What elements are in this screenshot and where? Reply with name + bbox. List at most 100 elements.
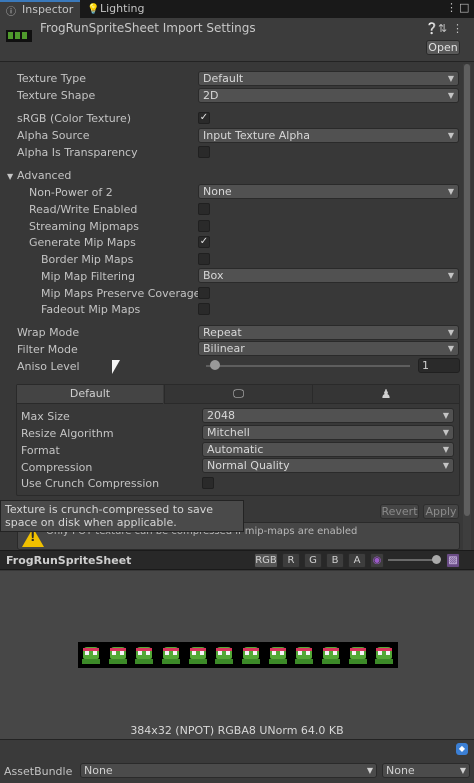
sprite-frame: [215, 645, 233, 665]
sprite-frame: [295, 645, 313, 665]
preserve-coverage-label: Mip Maps Preserve Coverage: [41, 287, 201, 300]
chevron-down-icon: ▼: [447, 131, 454, 140]
foldout-arrow-icon[interactable]: ▼: [7, 172, 13, 181]
tab-inspector-label: Inspector: [22, 3, 74, 16]
aniso-level-slider[interactable]: [206, 365, 410, 367]
fadeout-mipmaps-label: Fadeout Mip Maps: [41, 303, 141, 316]
texture-shape-value: 2D: [203, 89, 219, 102]
alpha-source-dropdown[interactable]: Input Texture Alpha ▼: [198, 128, 459, 143]
more-icon[interactable]: ⋮: [452, 22, 463, 35]
preview-title: FrogRunSpriteSheet: [6, 554, 132, 567]
streaming-mipmaps-checkbox[interactable]: [198, 220, 210, 232]
mip-level-slider-thumb[interactable]: [432, 555, 441, 564]
generate-mipmaps-checkbox[interactable]: ✓: [198, 236, 210, 248]
npot-value: None: [203, 185, 232, 198]
tab-standalone-platform[interactable]: 🖵: [164, 385, 312, 404]
mip-large-icon: ▨: [446, 553, 460, 568]
asset-bundle-name-dropdown[interactable]: None ▼: [80, 763, 377, 778]
monitor-icon: 🖵: [233, 387, 244, 400]
texture-shape-dropdown[interactable]: 2D ▼: [198, 88, 459, 103]
chevron-down-icon: ▼: [447, 91, 454, 100]
srgb-checkbox[interactable]: ✓: [198, 112, 210, 124]
tag-icon[interactable]: ◆: [456, 743, 468, 755]
sprite-frame: [82, 645, 100, 665]
chevron-down-icon: ▼: [442, 411, 449, 420]
asset-bundle-variant-dropdown[interactable]: None ▼: [382, 763, 470, 778]
npot-label: Non-Power of 2: [29, 186, 113, 199]
tab-lighting[interactable]: 💡 Lighting: [84, 0, 164, 18]
tab-inspector[interactable]: ⓘ Inspector: [0, 0, 80, 18]
window-tab-bar: ⓘ Inspector 💡 Lighting ⋮ □: [0, 0, 474, 18]
border-mipmaps-checkbox[interactable]: [198, 253, 210, 265]
settings-sliders-icon[interactable]: ⇅: [438, 22, 447, 35]
texture-type-label: Texture Type: [17, 72, 87, 85]
mip-filtering-dropdown[interactable]: Box ▼: [198, 268, 459, 283]
fadeout-mipmaps-checkbox[interactable]: [198, 303, 210, 315]
compression-dropdown[interactable]: Normal Quality ▼: [202, 458, 454, 473]
chevron-down-icon: ▼: [442, 445, 449, 454]
max-size-dropdown[interactable]: 2048 ▼: [202, 408, 454, 423]
mouse-cursor-icon: [112, 360, 120, 374]
format-dropdown[interactable]: Automatic ▼: [202, 442, 454, 457]
tab-default-platform[interactable]: Default: [17, 385, 163, 404]
filter-mode-value: Bilinear: [203, 342, 245, 355]
page-title: FrogRunSpriteSheet Import Settings: [40, 21, 256, 35]
filter-mode-dropdown[interactable]: Bilinear ▼: [198, 341, 459, 356]
border-mipmaps-label: Border Mip Maps: [41, 253, 134, 266]
chevron-down-icon: ▼: [366, 766, 373, 775]
tooltip: Texture is crunch-compressed to save spa…: [0, 500, 244, 532]
asset-bundle-variant-value: None: [386, 764, 415, 777]
advanced-foldout[interactable]: Advanced: [17, 169, 71, 182]
compression-value: Normal Quality: [207, 459, 290, 472]
sprite-frame: [189, 645, 207, 665]
android-icon: ♟: [380, 387, 392, 401]
channel-g-button[interactable]: G: [304, 553, 322, 568]
sprite-frame: [349, 645, 367, 665]
mip-filtering-label: Mip Map Filtering: [41, 270, 135, 283]
asset-bundle-label: AssetBundle: [4, 765, 73, 778]
chevron-down-icon: ▼: [447, 74, 454, 83]
alpha-transparency-checkbox[interactable]: [198, 146, 210, 158]
apply-button[interactable]: Apply: [423, 504, 459, 519]
lightbulb-icon: 💡: [87, 4, 100, 15]
resize-algorithm-label: Resize Algorithm: [21, 427, 114, 440]
mip-filtering-value: Box: [203, 269, 224, 282]
close-icon[interactable]: □: [459, 1, 469, 14]
format-value: Automatic: [207, 443, 264, 456]
sprite-frame: [135, 645, 153, 665]
wrap-mode-dropdown[interactable]: Repeat ▼: [198, 325, 459, 340]
npot-dropdown[interactable]: None ▼: [198, 184, 459, 199]
aniso-level-slider-thumb[interactable]: [210, 360, 220, 370]
max-size-value: 2048: [207, 409, 235, 422]
chevron-down-icon: ▼: [447, 187, 454, 196]
open-button[interactable]: Open: [426, 40, 460, 55]
asset-bundle-name-value: None: [84, 764, 113, 777]
channel-a-button[interactable]: A: [348, 553, 366, 568]
alpha-transparency-label: Alpha Is Transparency: [17, 146, 138, 159]
chevron-down-icon: ▼: [447, 271, 454, 280]
compression-label: Compression: [21, 461, 93, 474]
inspector-scrollbar-thumb[interactable]: [464, 64, 470, 516]
help-icon[interactable]: ❔: [425, 22, 439, 35]
resize-algorithm-dropdown[interactable]: Mitchell ▼: [202, 425, 454, 440]
sprite-frame: [269, 645, 287, 665]
warning-mark: !: [30, 530, 36, 544]
channel-r-button[interactable]: R: [282, 553, 300, 568]
preserve-coverage-checkbox[interactable]: [198, 287, 210, 299]
texture-type-value: Default: [203, 72, 244, 85]
channel-rgb-button[interactable]: RGB: [254, 553, 278, 568]
revert-button[interactable]: Revert: [380, 504, 419, 519]
channel-b-button[interactable]: B: [326, 553, 344, 568]
tab-android-platform[interactable]: ♟: [312, 385, 459, 404]
chevron-down-icon: ▼: [447, 344, 454, 353]
texture-thumbnail: [6, 30, 32, 42]
aniso-level-input[interactable]: 1: [418, 358, 460, 373]
crunch-compression-checkbox[interactable]: [202, 477, 214, 489]
sprite-sheet-image: [78, 642, 398, 668]
read-write-checkbox[interactable]: [198, 203, 210, 215]
tab-lighting-label: Lighting: [100, 2, 145, 15]
mip-level-slider[interactable]: [388, 559, 438, 561]
more-icon[interactable]: ⋮: [446, 1, 457, 14]
texture-info: 384x32 (NPOT) RGBA8 UNorm 64.0 KB: [130, 724, 344, 737]
texture-type-dropdown[interactable]: Default ▼: [198, 71, 459, 86]
